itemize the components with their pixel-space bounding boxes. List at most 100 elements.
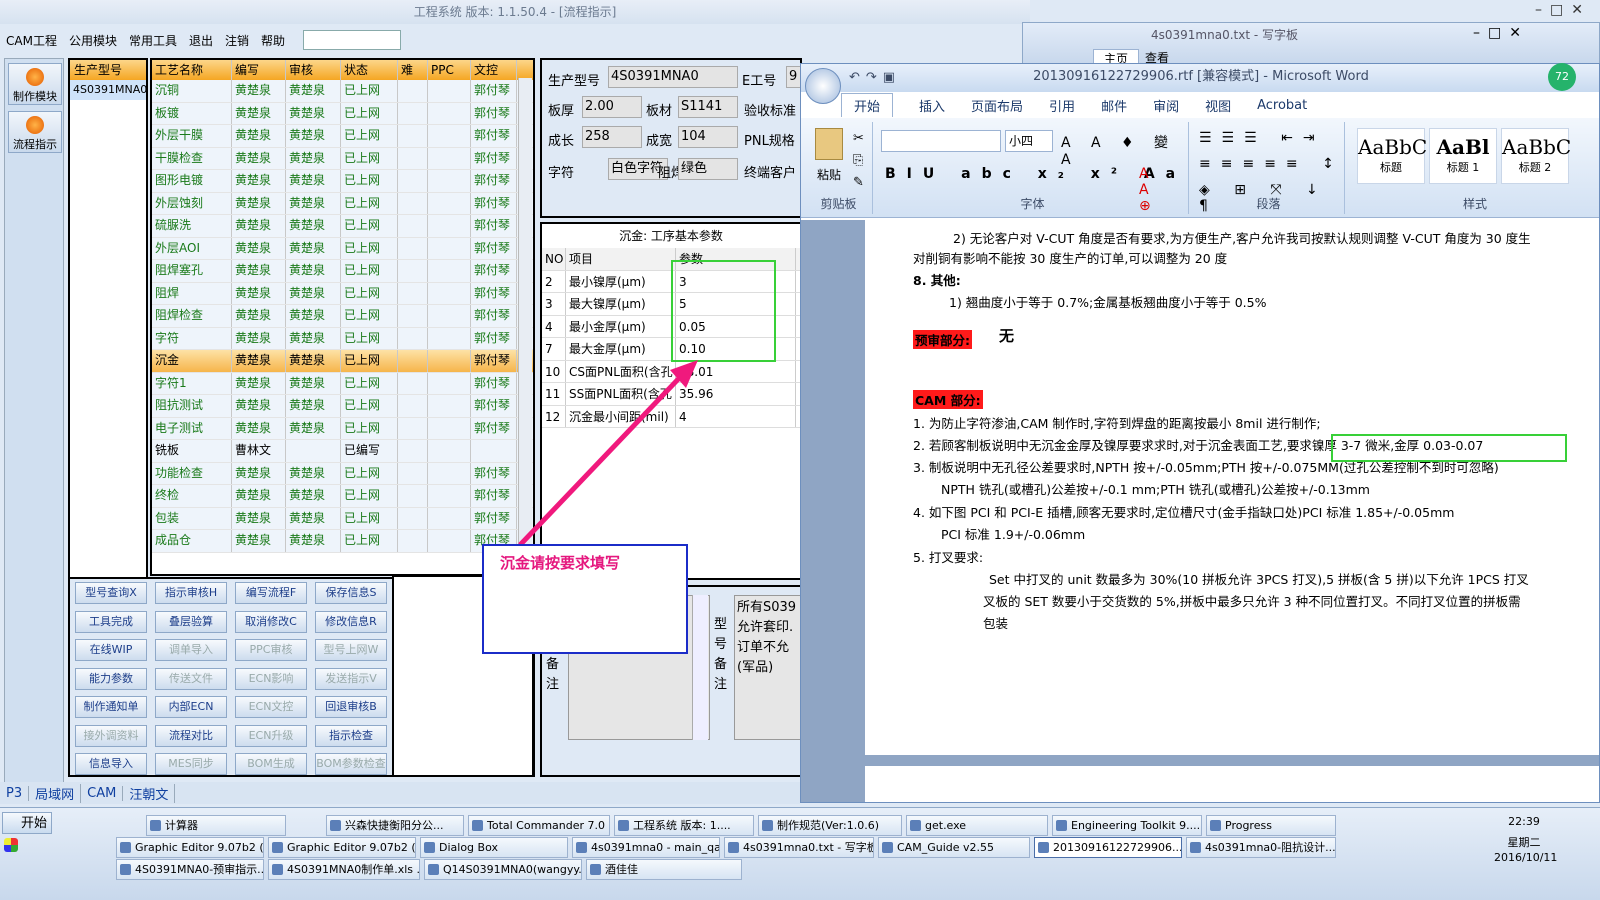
document-page-next[interactable] (865, 766, 1599, 802)
tray-clock[interactable]: 22:39 星期二 2016/10/11 (1494, 814, 1557, 865)
table-row[interactable]: 阻焊 黄楚泉 黄楚泉 已上网 郭付琴 (152, 282, 533, 305)
table-row[interactable]: 铣板 曹林文 已编写 (152, 440, 533, 463)
document-page[interactable]: 2) 无论客户对 V-CUT 角度是否有要求,为方便生产,客户允许我司按默认规则… (865, 220, 1599, 755)
menu-item[interactable]: 常用工具 (129, 32, 177, 49)
taskbar-button[interactable]: Total Commander 7.0 ... (468, 815, 610, 836)
menu-item[interactable]: 注销 (225, 32, 249, 49)
taskbar-button[interactable]: 4s0391mna0-阻抗设计... (1186, 837, 1336, 858)
table-row[interactable]: 字符1 黄楚泉 黄楚泉 已上网 郭付琴 (152, 372, 533, 395)
field-value[interactable]: 4S0391MNA0 (608, 66, 738, 88)
action-button[interactable]: 取消修改C (235, 610, 307, 633)
table-row[interactable]: 阻抗测试 黄楚泉 黄楚泉 已上网 郭付琴 (152, 395, 533, 418)
table-row[interactable]: 外层蚀刻 黄楚泉 黄楚泉 已上网 郭付琴 (152, 192, 533, 215)
taskbar-button[interactable]: 制作规范(Ver:1.0.6) (758, 815, 902, 836)
table-row[interactable]: 干膜检查 黄楚泉 黄楚泉 已上网 郭付琴 (152, 147, 533, 170)
table-row[interactable]: 功能检查 黄楚泉 黄楚泉 已上网 郭付琴 (152, 462, 533, 485)
menu-item[interactable]: 退出 (189, 32, 213, 49)
table-row[interactable]: 沉金 黄楚泉 黄楚泉 已上网 郭付琴 (152, 350, 533, 373)
quick-access-toolbar[interactable]: ↶↷▣ (849, 70, 901, 85)
taskbar-button[interactable]: 工程系统 版本: 1.... (614, 815, 754, 836)
column-header[interactable]: 工艺名称 (152, 60, 232, 80)
taskbar-button[interactable]: Progress (1206, 815, 1336, 836)
action-button[interactable]: 信息导入 (75, 753, 147, 775)
style-heading-1[interactable]: AaBl 标题 1 (1429, 128, 1497, 184)
word-tab[interactable]: 页面布局 (971, 96, 1023, 115)
table-row[interactable]: 阻焊塞孔 黄楚泉 黄楚泉 已上网 郭付琴 (152, 260, 533, 283)
list-icons[interactable]: ☰☰☰ ⇤⇥ (1199, 130, 1325, 146)
menu-item[interactable]: CAM工程 (6, 32, 57, 49)
table-row[interactable]: 硫脲洗 黄楚泉 黄楚泉 已上网 郭付琴 (152, 215, 533, 238)
column-header[interactable]: PPC (428, 60, 471, 80)
action-button[interactable]: 型号查询X (75, 582, 147, 604)
style-title[interactable]: AaBbC 标题 (1357, 128, 1427, 184)
action-button[interactable]: 制作通知单 (75, 696, 147, 718)
table-row[interactable]: 字符 黄楚泉 黄楚泉 已上网 郭付琴 (152, 327, 533, 350)
action-button[interactable]: 在线WIP (75, 639, 147, 661)
table-row[interactable]: 电子测试 黄楚泉 黄楚泉 已上网 郭付琴 (152, 417, 533, 440)
table-row[interactable]: 阻焊检查 黄楚泉 黄楚泉 已上网 郭付琴 (152, 305, 533, 328)
table-row[interactable]: 外层AOI 黄楚泉 黄楚泉 已上网 郭付琴 (152, 237, 533, 260)
app-window-controls[interactable]: –□✕ (1535, 2, 1591, 18)
field-value[interactable]: 绿色 (678, 158, 738, 180)
action-button[interactable]: 保存信息S (315, 582, 387, 604)
column-header[interactable]: 审核 (286, 60, 341, 80)
table-row[interactable]: 终检 黄楚泉 黄楚泉 已上网 郭付琴 (152, 485, 533, 508)
table-row[interactable]: 沉铜 黄楚泉 黄楚泉 已上网 郭付琴 (152, 80, 533, 103)
cut-copy-format-icons[interactable]: ✂ ⎘ ✎ (853, 128, 864, 194)
taskbar-button[interactable]: get.exe (906, 815, 1048, 836)
taskbar-button[interactable]: Graphic Editor 9.07b2 (... (268, 837, 416, 858)
action-button[interactable]: 修改信息R (315, 610, 387, 633)
taskbar-button[interactable]: 4S0391MNA0-预审指示... (116, 859, 264, 880)
taskbar-button[interactable]: 4S0391MNA0制作单.xls ... (268, 859, 420, 880)
taskbar-button[interactable]: 4s0391mna0 - main_qa (572, 837, 720, 858)
column-header[interactable]: 状态 (341, 60, 398, 80)
action-button[interactable]: 能力参数 (75, 667, 147, 690)
bottom-tab[interactable]: P3 (0, 785, 30, 801)
word-tab[interactable]: 视图 (1205, 96, 1231, 115)
word-tab[interactable]: 邮件 (1101, 96, 1127, 115)
bottom-tab[interactable]: 局域网 (29, 783, 82, 803)
bottom-tab[interactable]: CAM (81, 785, 124, 801)
model-remark-text[interactable]: 所有S039 允许套印. 订单不允 (军品) (734, 595, 802, 740)
taskbar-button[interactable]: Engineering Toolkit 9.... (1052, 815, 1202, 836)
paste-icon[interactable] (815, 128, 843, 160)
office-button-icon[interactable] (805, 68, 841, 104)
taskbar-button[interactable]: 20130916122729906... (1034, 837, 1182, 858)
style-heading-2[interactable]: AaBbC 标题 2 (1501, 128, 1571, 184)
flow-guide-button[interactable]: 流程指示 (8, 111, 62, 153)
bottom-tab[interactable]: 汪朝文 (123, 783, 176, 803)
model-item[interactable]: 4S0391MNA0 (70, 80, 147, 100)
menu-item[interactable]: 帮助 (261, 32, 285, 49)
menu-item[interactable]: 公用模块 (69, 32, 117, 49)
menu-dropdown[interactable] (303, 30, 401, 50)
table-row[interactable]: 包装 黄楚泉 黄楚泉 已上网 郭付琴 (152, 507, 533, 530)
action-button[interactable]: 工具完成 (75, 610, 147, 633)
column-header[interactable]: 编写 (232, 60, 286, 80)
taskbar-button[interactable]: 4s0391mna0.txt - 写字板 (724, 837, 874, 858)
taskbar-button[interactable]: CAM_Guide v2.55 (878, 837, 1030, 858)
font-size-select[interactable]: 小四 (1005, 130, 1053, 152)
action-button[interactable]: 流程对比 (155, 724, 227, 747)
taskbar-button[interactable]: Graphic Editor 9.07b2 (... (116, 837, 264, 858)
font-grow-shrink-icons[interactable]: A A ♦ 變 A (1061, 132, 1188, 168)
taskbar-button[interactable]: Dialog Box (420, 837, 568, 858)
field-value[interactable]: 104 (678, 126, 738, 148)
taskbar-button[interactable]: 酒佳佳 (586, 859, 742, 880)
wordpad-window-controls[interactable]: –□✕ (1473, 25, 1529, 41)
table-row[interactable]: 外层干膜 黄楚泉 黄楚泉 已上网 郭付琴 (152, 125, 533, 148)
table-row[interactable]: 板镀 黄楚泉 黄楚泉 已上网 郭付琴 (152, 102, 533, 125)
remark-scrollbar[interactable] (692, 595, 708, 740)
action-button[interactable]: 指示检查 (315, 724, 387, 747)
make-module-button[interactable]: 制作模块 (8, 63, 62, 105)
word-tab[interactable]: 引用 (1049, 96, 1075, 115)
word-tab[interactable]: 插入 (919, 96, 945, 115)
table-row[interactable]: 成品仓 黄楚泉 黄楚泉 已上网 郭付琴 (152, 530, 533, 553)
align-icons[interactable]: ≡≡≡≡≡ ↕ (1199, 156, 1344, 172)
word-tab[interactable]: 开始 (841, 93, 894, 117)
taskbar-button[interactable]: 计算器 (146, 815, 286, 836)
taskbar-button[interactable]: 兴森快捷衡阳分公... (326, 815, 464, 836)
table-row[interactable]: 图形电镀 黄楚泉 黄楚泉 已上网 郭付琴 (152, 170, 533, 193)
font-name-select[interactable] (881, 130, 1001, 152)
action-button[interactable]: 编写流程F (235, 582, 307, 604)
field-value[interactable]: S1141 (678, 96, 738, 118)
